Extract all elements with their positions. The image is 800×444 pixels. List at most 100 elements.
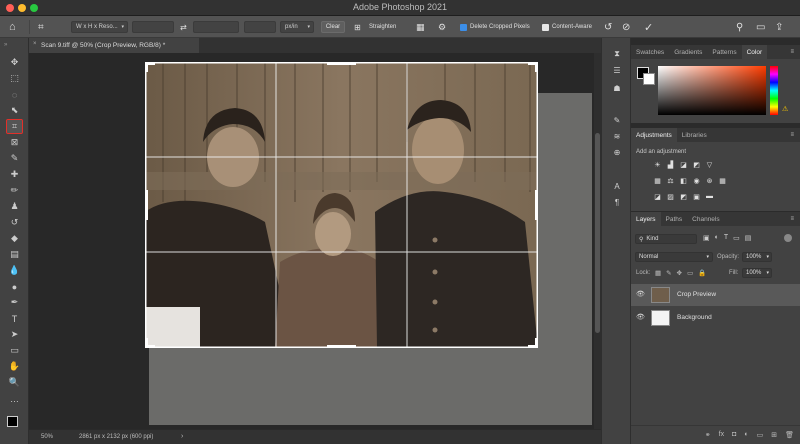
commit-check-icon[interactable]: ✓	[644, 20, 653, 34]
panel-menu-icon[interactable]: ≡	[790, 132, 794, 138]
visibility-eye-icon[interactable]: 👁	[636, 290, 645, 298]
object-select-icon[interactable]: ⬉	[7, 104, 22, 117]
tab-channels[interactable]: Channels	[687, 212, 724, 226]
threshold-icon[interactable]: ◩	[679, 192, 688, 201]
home-icon[interactable]: ⌂	[9, 20, 16, 34]
add-mask-icon[interactable]: ◘	[732, 431, 736, 444]
invert-icon[interactable]: ◪	[653, 192, 662, 201]
channel-mixer-icon[interactable]: ⊛	[705, 176, 714, 185]
tab-libraries[interactable]: Libraries	[677, 128, 712, 142]
reset-icon[interactable]: ↺	[604, 20, 612, 34]
gradient-icon[interactable]: ▤	[7, 248, 22, 261]
character-icon[interactable]: A	[610, 180, 624, 192]
history-brush-icon[interactable]: ↺	[7, 216, 22, 229]
photo-filter-icon[interactable]: ◉	[692, 176, 701, 185]
lock-all-icon[interactable]: 🔒	[698, 269, 706, 277]
clear-button[interactable]: Clear	[321, 21, 345, 33]
close-tab-icon[interactable]: ×	[33, 41, 37, 47]
color-lookup-icon[interactable]: ▦	[718, 176, 727, 185]
chevron-right-icon[interactable]: ›	[181, 433, 183, 440]
new-adjustment-icon[interactable]: ◐	[744, 431, 748, 444]
crop-tool-preset-icon[interactable]: ⌗	[38, 20, 44, 34]
filter-toggle[interactable]	[784, 234, 792, 242]
resolution-field[interactable]	[244, 21, 276, 33]
clone-source-icon[interactable]: ⊕	[610, 146, 624, 158]
brush-icon[interactable]: ✏	[7, 184, 22, 197]
filter-shape-icon[interactable]: ▭	[733, 234, 740, 242]
eyedropper-icon[interactable]: ✎	[7, 152, 22, 165]
opacity-field[interactable]: 100% ▾	[742, 252, 772, 262]
paragraph-icon[interactable]: ¶	[610, 196, 624, 208]
healing-icon[interactable]: ✚	[7, 168, 22, 181]
filter-smart-icon[interactable]: ▤	[745, 234, 752, 242]
tab-swatches[interactable]: Swatches	[631, 45, 669, 59]
path-select-icon[interactable]: ➤	[7, 328, 22, 341]
gradient-map-icon[interactable]: ▬	[705, 192, 714, 201]
straighten-button[interactable]: Straighten	[369, 20, 396, 34]
filter-type-icon[interactable]: T	[724, 234, 728, 242]
lock-artboard-icon[interactable]: ▭	[687, 269, 693, 277]
eraser-icon[interactable]: ◆	[7, 232, 22, 245]
unit-dropdown[interactable]: px/in ▾	[280, 21, 314, 33]
posterize-icon[interactable]: ▨	[666, 192, 675, 201]
workspace-icon[interactable]: ▭	[756, 20, 765, 34]
delete-layer-icon[interactable]: 🗑	[785, 431, 794, 444]
stamp-icon[interactable]: ♟	[7, 200, 22, 213]
search-icon[interactable]: ⚲	[736, 20, 743, 34]
layer-row-crop-preview[interactable]: 👁 Crop Preview	[631, 284, 800, 306]
tab-layers[interactable]: Layers	[631, 212, 661, 226]
lock-image-icon[interactable]: ✎	[666, 269, 671, 277]
tab-color[interactable]: Color	[741, 45, 768, 59]
layer-filter-kind[interactable]: ⚲ Kind	[635, 234, 697, 244]
vibrance-icon[interactable]: ▽	[705, 160, 714, 169]
color-balance-icon[interactable]: ⚖	[666, 176, 675, 185]
foreground-color[interactable]	[7, 416, 18, 427]
hand-icon[interactable]: ✋	[7, 360, 22, 373]
crop-icon[interactable]: ⌗	[6, 119, 23, 134]
swap-icon[interactable]: ⇄	[180, 20, 187, 34]
history-icon[interactable]: ⧗	[610, 48, 624, 60]
pen-icon[interactable]: ✒	[7, 296, 22, 309]
lock-transparent-icon[interactable]: ▦	[655, 269, 661, 277]
marquee-icon[interactable]: ⬚	[7, 72, 22, 85]
lasso-icon[interactable]: ◌	[7, 88, 22, 101]
selective-color-icon[interactable]: ▣	[692, 192, 701, 201]
width-field[interactable]	[132, 21, 174, 33]
filter-adjustment-icon[interactable]: ◐	[715, 234, 719, 242]
scrollbar-thumb[interactable]	[595, 133, 600, 333]
blur-icon[interactable]: 💧	[7, 264, 22, 277]
filter-pixel-icon[interactable]: ▣	[703, 234, 710, 242]
brightness-contrast-icon[interactable]: ☀	[653, 160, 662, 169]
ratio-dropdown[interactable]: W x H x Reso... ▾	[71, 21, 128, 33]
collapse-icon[interactable]: »	[4, 42, 7, 48]
tab-gradients[interactable]: Gradients	[669, 45, 707, 59]
levels-icon[interactable]: ▟	[666, 160, 675, 169]
shape-icon[interactable]: ▭	[7, 344, 22, 357]
more-tools-icon[interactable]: …	[7, 392, 22, 405]
tab-paths[interactable]: Paths	[661, 212, 688, 226]
visibility-eye-icon[interactable]: 👁	[636, 313, 645, 321]
panel-menu-icon[interactable]: ≡	[790, 49, 794, 55]
curves-icon[interactable]: ◪	[679, 160, 688, 169]
cancel-icon[interactable]: ⊘	[622, 20, 630, 34]
straighten-icon[interactable]: ⊞	[354, 20, 361, 34]
document-tab[interactable]: × Scan 9.tiff @ 50% (Crop Preview, RGB/8…	[29, 38, 199, 53]
link-layers-icon[interactable]: ⚭	[705, 431, 711, 444]
hue-slider[interactable]	[770, 66, 778, 115]
exposure-icon[interactable]: ◩	[692, 160, 701, 169]
delete-cropped-checkbox[interactable]: Delete Cropped Pixels	[460, 20, 530, 34]
vertical-scrollbar[interactable]	[594, 53, 601, 429]
new-layer-icon[interactable]: ⊞	[771, 431, 777, 444]
gear-icon[interactable]: ⚙	[438, 20, 446, 34]
crop-preview-photo[interactable]	[145, 62, 538, 348]
layer-row-background[interactable]: 👁 Background	[631, 307, 800, 329]
black-white-icon[interactable]: ◧	[679, 176, 688, 185]
zoom-icon[interactable]: 🔍	[7, 376, 22, 389]
new-group-icon[interactable]: ▭	[757, 431, 764, 444]
blend-mode-dropdown[interactable]: Normal ▾	[635, 252, 713, 262]
zoom-level[interactable]: 50%	[41, 434, 53, 440]
background-color-swatch[interactable]	[643, 73, 655, 85]
dodge-icon[interactable]: ●	[7, 280, 22, 293]
share-icon[interactable]: ⇪	[775, 20, 783, 34]
frame-icon[interactable]: ⊠	[7, 136, 22, 149]
